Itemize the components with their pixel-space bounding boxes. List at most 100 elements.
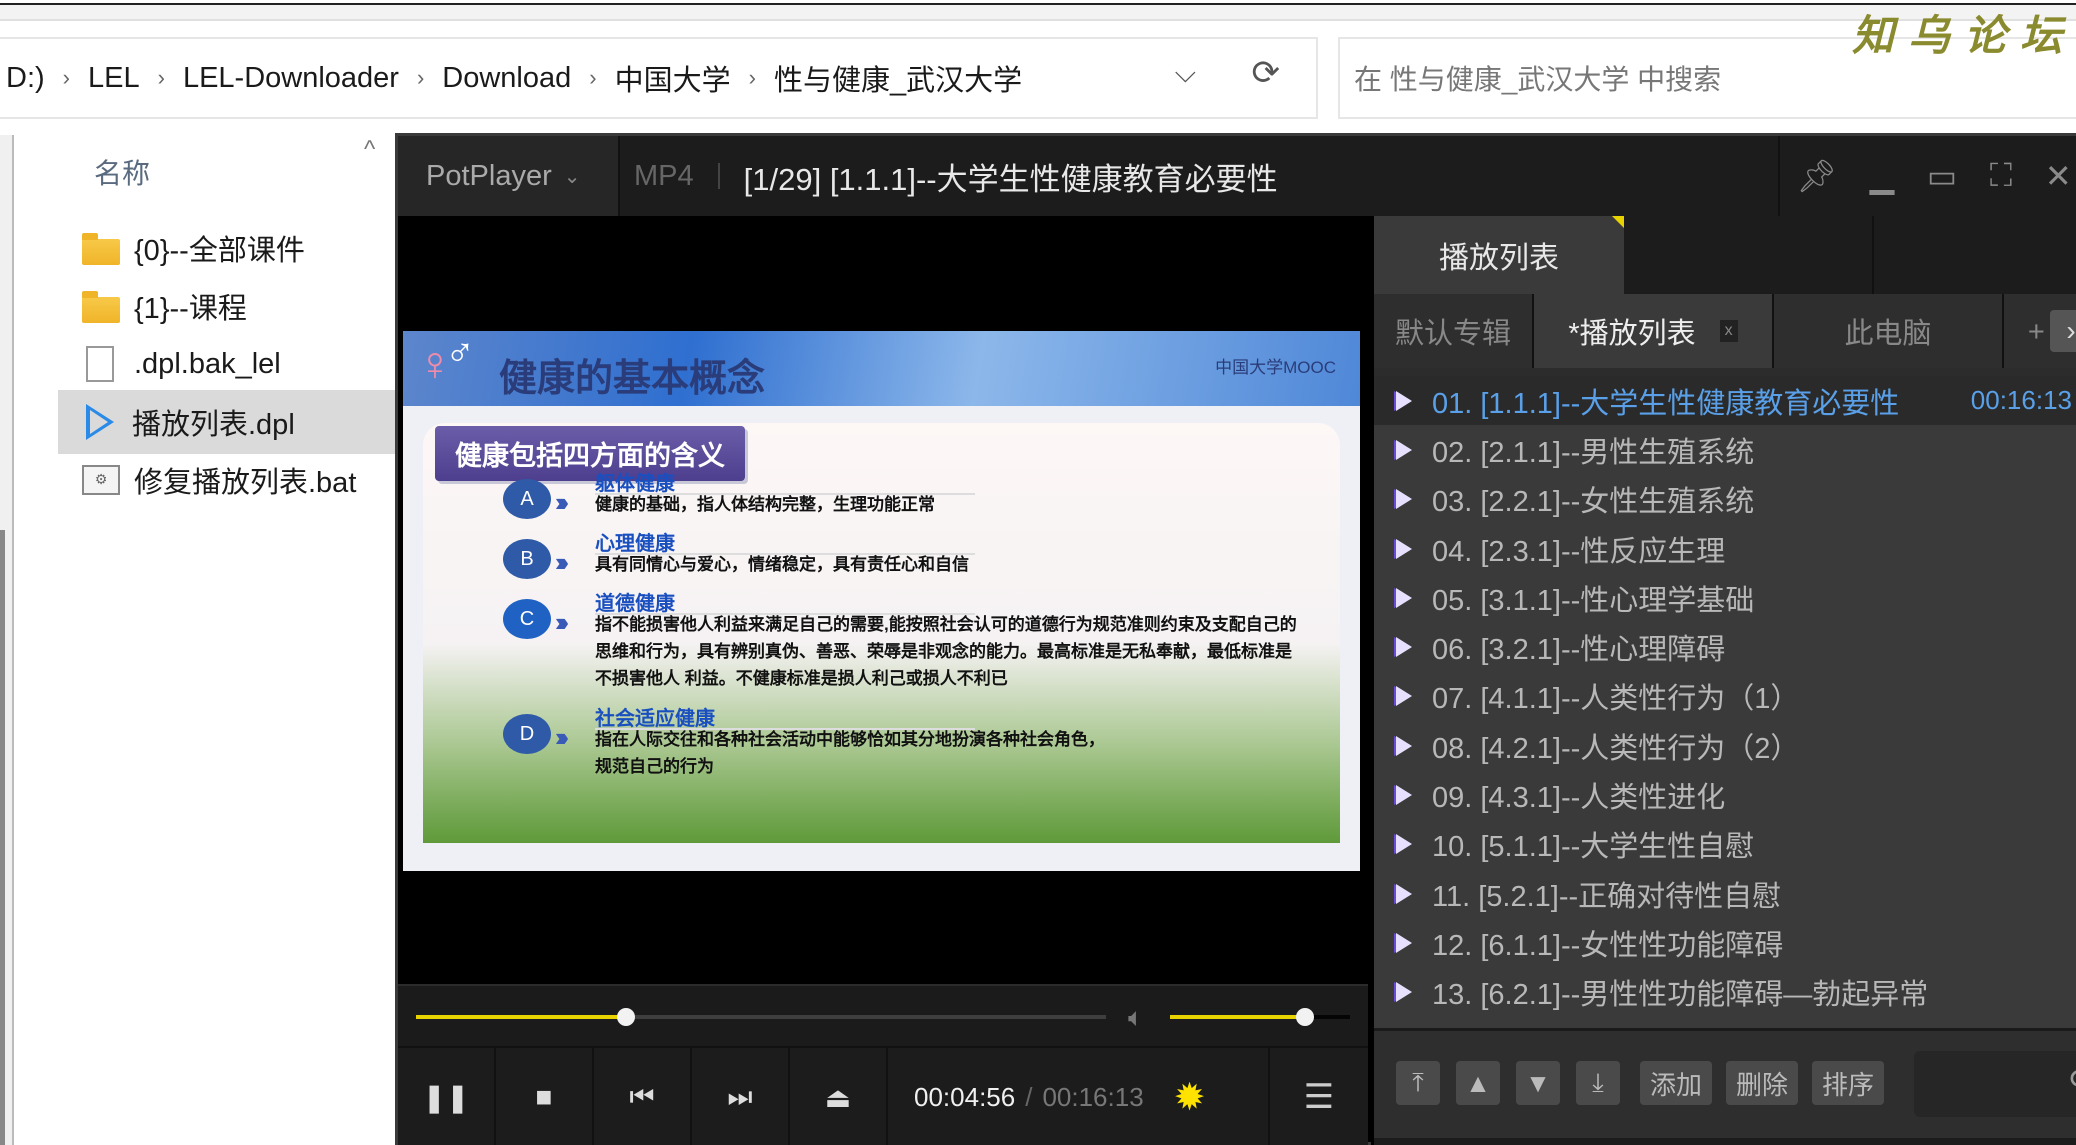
seek-bar-row: 🔈︎ (398, 984, 1368, 1046)
slide-item-badge: B (503, 539, 551, 579)
minimize-icon[interactable]: ▁ (1870, 157, 1895, 195)
playlist-item[interactable]: 04. [2.3.1]--性反应生理 (1374, 524, 2076, 573)
maximize-icon[interactable]: ▭ (1927, 157, 1957, 195)
breadcrumb-separator[interactable]: › (575, 65, 610, 91)
nav-scrollbar[interactable] (0, 530, 5, 1145)
seek-handle[interactable] (616, 1008, 635, 1026)
pause-icon: ❚❚ (422, 1081, 470, 1113)
volume-slider[interactable] (1170, 1008, 1350, 1026)
playlist-item[interactable]: 05. [3.1.1]--性心理学基础 (1374, 573, 2076, 622)
playlist-item-title: 13. [6.2.1]--男性性功能障碍—勃起异常 (1432, 979, 1929, 1012)
playlist-panel-tab[interactable]: 播放列表 (1374, 216, 1624, 294)
move-down-button[interactable]: ▼ (1516, 1061, 1560, 1105)
playlist-item[interactable]: 08. [4.2.1]--人类性行为（2） (1374, 721, 2076, 770)
gear-icon[interactable]: ✹ (1174, 1075, 1206, 1120)
tabs-next-button[interactable]: › (2050, 310, 2076, 352)
playlist-item[interactable]: 01. [1.1.1]--大学生性健康教育必要性 00:16:13 (1374, 376, 2076, 426)
playlist-tab-label: *播放列表 (1568, 318, 1696, 350)
play-file-icon (1396, 439, 1412, 460)
close-icon[interactable]: ✕ (2045, 157, 2072, 195)
playlist-toolbar: ⤒ ▲ ▼ ⤓ 添加 删除 排序 ⚲ (1374, 1028, 2076, 1138)
slide-item-text: 指在人际交往和各种社会活动中能够恰如其分地扮演各种社会角色， (595, 730, 1105, 749)
breadcrumb-item[interactable]: LEL-Downloader (179, 62, 403, 95)
stop-button[interactable]: ■ (496, 1048, 594, 1145)
breadcrumb-item[interactable]: 性与健康_武汉大学 (770, 57, 1026, 99)
seek-bar[interactable] (416, 1008, 1106, 1026)
file-list-item[interactable]: 播放列表.dpl (58, 390, 400, 454)
eject-button[interactable]: ⏏︎ (790, 1048, 888, 1145)
file-list-item[interactable]: {1}--课程 (58, 274, 400, 338)
breadcrumb-separator[interactable]: › (144, 65, 179, 91)
file-list-item[interactable]: .dpl.bak_lel (58, 332, 400, 396)
slide-item-badge: C (503, 599, 551, 639)
slide-item-badge: A (503, 479, 551, 519)
playlist-item[interactable]: 14. [6.3.1]--男性性功能障碍—射精功能障碍 (1374, 1017, 2076, 1028)
stop-icon: ■ (535, 1081, 553, 1112)
playlist-item-title: 09. [4.3.1]--人类性进化 (1432, 782, 1726, 815)
playlist-item-title: 03. [2.2.1]--女性生殖系统 (1432, 486, 1755, 519)
playlist-tab[interactable]: 默认专辑 (1374, 294, 1534, 368)
play-file-icon (1396, 883, 1412, 904)
playlist-item[interactable]: 06. [3.2.1]--性心理障碍 (1374, 622, 2076, 671)
file-name: 修复播放列表.bat (134, 467, 357, 499)
navigation-pane (0, 135, 14, 1145)
pause-button[interactable]: ❚❚ (398, 1048, 496, 1145)
play-file-icon (1396, 390, 1412, 411)
pin-icon[interactable]: 📌︎ (1796, 157, 1837, 195)
file-icon (86, 346, 114, 382)
playlist-item[interactable]: 03. [2.2.1]--女性生殖系统 (1374, 475, 2076, 524)
folder-icon (82, 291, 120, 323)
slide-item-text: 具有同情心与爱心，情绪稳定，具有责任心和自信 (595, 555, 969, 574)
breadcrumb-item[interactable]: LEL (84, 62, 144, 95)
playlist-tab[interactable]: 此电脑 (1774, 294, 2004, 368)
delete-button[interactable]: 删除 (1726, 1061, 1798, 1105)
move-up-button[interactable]: ▲ (1456, 1061, 1500, 1105)
playlist-item[interactable]: 10. [5.1.1]--大学生性自慰 (1374, 820, 2076, 869)
playlist-item-title: 02. [2.1.1]--男性生殖系统 (1432, 436, 1755, 469)
player-title-bar[interactable]: PotPlayer ⌄ MP4 [1/29] [1.1.1]--大学生性健康教育… (398, 136, 2076, 216)
format-label: MP4 (634, 159, 694, 192)
chevrons-icon: ››› (555, 487, 569, 517)
playlist-item[interactable]: 02. [2.1.1]--男性生殖系统 (1374, 425, 2076, 474)
chevrons-icon: ››› (555, 607, 569, 637)
sort-button[interactable]: 排序 (1812, 1061, 1884, 1105)
move-to-bottom-button[interactable]: ⤓ (1576, 1061, 1620, 1105)
file-list-item[interactable]: ⚙ 修复播放列表.bat (58, 448, 400, 512)
current-time: 00:04:56 (914, 1081, 1016, 1112)
playlist-item[interactable]: 09. [4.3.1]--人类性进化 (1374, 770, 2076, 819)
add-button[interactable]: 添加 (1640, 1061, 1712, 1105)
breadcrumb-item[interactable]: D:) (2, 62, 49, 95)
column-header-name[interactable]: 名称 (94, 152, 150, 192)
playlist-item[interactable]: 13. [6.2.1]--男性性功能障碍—勃起异常 (1374, 968, 2076, 1017)
breadcrumb-item[interactable]: 中国大学 (611, 57, 735, 99)
move-to-top-button[interactable]: ⤒ (1396, 1061, 1440, 1105)
playlist-tabs: 默认专辑 *播放列表 x 此电脑 + ⁝ › (1374, 294, 2076, 368)
file-name: 播放列表.dpl (132, 409, 295, 441)
playlist-item-title: 06. [3.2.1]--性心理障碍 (1432, 634, 1726, 667)
menu-button[interactable]: ☰ (1268, 1048, 1368, 1145)
playlist-item[interactable]: 07. [4.1.1]--人类性行为（1） (1374, 672, 2076, 721)
breadcrumb-separator[interactable]: › (49, 65, 84, 91)
breadcrumb: D:) › LEL › LEL-Downloader › Download › 中国大学 › 性与健… (0, 57, 1026, 99)
next-button[interactable]: ⏭︎ (692, 1048, 790, 1145)
fullscreen-icon[interactable]: ⛶ (1990, 157, 2012, 195)
close-tab-icon[interactable]: x (1719, 320, 1738, 342)
refresh-icon[interactable]: ⟳ (1252, 53, 1281, 93)
playlist-tab[interactable]: *播放列表 x (1534, 294, 1774, 368)
playlist-tab-label: 默认专辑 (1394, 318, 1511, 350)
address-bar[interactable]: D:) › LEL › LEL-Downloader › Download › 中国大学 › 性与健… (0, 37, 1318, 119)
volume-icon[interactable]: 🔈︎ (1128, 1002, 1144, 1034)
previous-button[interactable]: ⏮︎ (594, 1048, 692, 1145)
chevron-down-icon[interactable]: ⌵ (1175, 57, 1196, 90)
file-list-item[interactable]: {0}--全部课件 (58, 216, 400, 280)
breadcrumb-item[interactable]: Download (438, 62, 575, 95)
volume-handle[interactable] (1296, 1008, 1314, 1026)
playlist-item[interactable]: 11. [5.2.1]--正确对待性自慰 (1374, 869, 2076, 918)
search-icon[interactable]: ⚲ (2068, 1065, 2076, 1100)
breadcrumb-separator[interactable]: › (403, 65, 438, 91)
potplayer-menu-button[interactable]: PotPlayer ⌄ (398, 136, 620, 216)
breadcrumb-separator[interactable]: › (735, 65, 770, 91)
playlist-item[interactable]: 12. [6.1.1]--女性性功能障碍 (1374, 918, 2076, 967)
playlist-search-input[interactable]: ⚲ (1914, 1051, 2076, 1117)
video-area[interactable]: ♀ ♂ 健康的基本概念 中国大学MOOC 健康包括四方面的含义 A ››› 躯体健康… (398, 216, 1368, 986)
